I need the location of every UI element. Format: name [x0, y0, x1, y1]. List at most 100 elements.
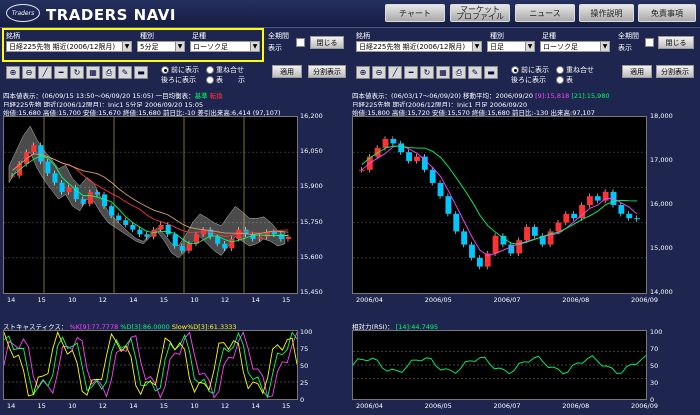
right-kind-label: 種別	[490, 32, 504, 40]
candle-body	[130, 224, 136, 230]
grid-icon[interactable]: ▦	[86, 66, 100, 79]
app-logo: Traders	[6, 4, 40, 22]
y-tick-label: 15,600	[300, 252, 323, 261]
trendline-icon[interactable]: ╱	[38, 66, 52, 79]
nav-market-profile-button[interactable]: マーケット プロファイル	[450, 4, 510, 22]
candle-body	[24, 152, 30, 164]
refresh-icon[interactable]: ↻	[420, 66, 434, 79]
stochastic-chart[interactable]	[3, 330, 298, 400]
horizontal-line-icon[interactable]: ━	[404, 66, 418, 79]
foot-select[interactable]: ローソク足 ▼	[190, 41, 260, 52]
right-kind-select[interactable]: 日足 ▼	[487, 41, 535, 52]
x-tick-label: 15	[282, 402, 291, 410]
close-button[interactable]: 閉じる	[310, 36, 344, 49]
candle-body	[151, 229, 157, 237]
horizontal-line-icon[interactable]: ━	[54, 66, 68, 79]
back-display-label: 後ろに表示	[161, 76, 196, 84]
kind-select[interactable]: 5分足 ▼	[137, 41, 185, 52]
display-label: 表示	[268, 44, 282, 52]
nav-news-button[interactable]: ニュース	[515, 4, 575, 22]
candle-body	[359, 169, 365, 171]
stochastic-chart-svg	[3, 331, 298, 399]
x-tick-label: 15	[37, 296, 46, 304]
candle-body	[414, 156, 420, 161]
x-tick-label: 2006/07	[493, 296, 521, 304]
show-radio[interactable]	[206, 76, 214, 84]
y-tick-label: 100	[650, 328, 663, 336]
candle-body	[165, 224, 171, 235]
right-all-period-checkbox[interactable]	[645, 38, 654, 47]
right-foot-select[interactable]: ローソク足 ▼	[540, 41, 610, 52]
right-overlay-label: 重ね合せ	[566, 66, 594, 74]
right-symbol-select[interactable]: 日経225先物 期近(2006/12限月) ▼	[356, 41, 482, 52]
candle-body	[285, 236, 291, 240]
candle-body	[45, 161, 51, 174]
right-price-chart[interactable]	[352, 116, 647, 294]
zoom-in-icon[interactable]: ⊕	[356, 66, 370, 79]
x-tick-label: 10	[190, 402, 199, 410]
right-apply-button[interactable]: 適用	[622, 65, 652, 78]
front-display-radio[interactable]	[161, 66, 169, 74]
right-split-display-button[interactable]: 分割表示	[656, 65, 694, 78]
candle-body	[626, 213, 633, 219]
x-tick-label: 10	[68, 296, 77, 304]
right-price-chart-svg	[353, 136, 646, 270]
ichimoku-cloud	[8, 125, 286, 259]
candle-body	[516, 240, 523, 254]
foot-label: 足種	[192, 32, 206, 40]
symbol-select[interactable]: 日経225先物 期近(2006/12限月) ▼	[6, 41, 132, 52]
draw-icon[interactable]: ✎	[118, 66, 132, 79]
candle-body	[116, 215, 122, 221]
y-tick-label: 50	[650, 362, 659, 370]
draw-icon[interactable]: ✎	[468, 66, 482, 79]
candle-body	[406, 152, 413, 161]
candle-body	[524, 227, 530, 241]
candle-body	[215, 236, 221, 244]
zoom-out-icon[interactable]: ⊖	[22, 66, 36, 79]
candle-body	[109, 206, 115, 216]
nav-disclaimer-button[interactable]: 免責事項	[638, 4, 696, 22]
candle-body	[222, 243, 228, 249]
refresh-icon[interactable]: ↻	[70, 66, 84, 79]
print-icon[interactable]: ⎙	[102, 66, 116, 79]
candle-body	[94, 192, 100, 195]
candle-body	[602, 191, 609, 201]
right-front-display-radio[interactable]	[511, 66, 519, 74]
candle-body	[137, 229, 143, 235]
right-show-radio[interactable]	[556, 76, 564, 84]
right-close-button[interactable]: 閉じる	[658, 36, 694, 49]
split-display-button[interactable]: 分割表示	[308, 65, 346, 78]
apply-button[interactable]: 適用	[272, 65, 302, 78]
all-period-checkbox[interactable]	[296, 38, 305, 47]
y-tick-label: 70	[650, 345, 659, 353]
grid-icon[interactable]: ▦	[436, 66, 450, 79]
candle-body	[453, 213, 460, 232]
print-icon[interactable]: ⎙	[452, 66, 466, 79]
x-tick-label: 14	[251, 296, 260, 304]
left-price-chart[interactable]	[3, 116, 298, 294]
zoom-out-icon[interactable]: ⊖	[372, 66, 386, 79]
nav-help-button[interactable]: 操作説明	[579, 4, 634, 22]
overlay-radio[interactable]	[206, 66, 214, 74]
right-x-axis: 2006/04 2006/05 2006/07 2006/08 2006/09	[352, 296, 658, 306]
candle-body	[461, 231, 468, 245]
rsi-chart[interactable]	[352, 330, 647, 400]
candle-body	[38, 145, 44, 162]
y-tick-label: 100	[300, 328, 313, 336]
candle-body	[469, 244, 475, 258]
trendline-icon[interactable]: ╱	[388, 66, 402, 79]
y-tick-label: 75	[300, 345, 309, 353]
right-overlay-radio[interactable]	[556, 66, 564, 74]
candle-body	[492, 235, 499, 254]
x-tick-label: 12	[220, 296, 230, 304]
x-tick-label: 2006/05	[424, 402, 452, 410]
nav-chart-button[interactable]: チャート	[385, 4, 445, 22]
candle-body	[555, 222, 562, 232]
zoom-in-icon[interactable]: ⊕	[6, 66, 20, 79]
candle-body	[186, 243, 192, 251]
eraser-icon[interactable]: ▬	[134, 66, 148, 79]
eraser-icon[interactable]: ▬	[484, 66, 498, 79]
chevron-down-icon: ▼	[122, 42, 131, 51]
symbol-label: 銘柄	[6, 32, 20, 40]
candle-body	[52, 173, 58, 183]
